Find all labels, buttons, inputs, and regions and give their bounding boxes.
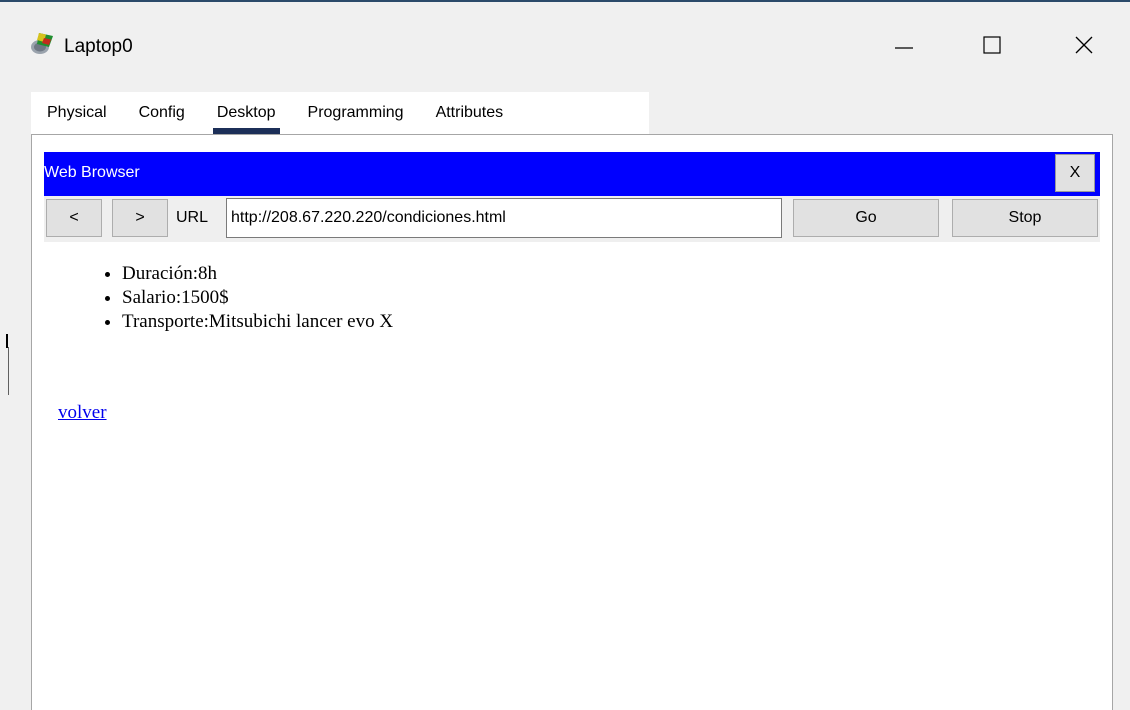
maximize-button[interactable] [972,26,1012,66]
packet-tracer-laptop-icon [28,30,56,58]
background-edge-line [8,347,9,395]
web-browser-app: Web Browser X < > URL Go Stop Duración:8… [44,152,1100,710]
go-button[interactable]: Go [793,199,939,237]
stop-button[interactable]: Stop [952,199,1098,237]
url-label: URL [176,209,209,226]
device-tabs: Physical Config Desktop Programming Attr… [31,92,649,134]
list-item: Transporte:Mitsubichi lancer evo X [122,310,393,334]
minimize-button[interactable] [884,26,924,66]
volver-link[interactable]: volver [58,402,107,424]
forward-button[interactable]: > [112,199,168,237]
tab-physical[interactable]: Physical [31,92,123,134]
maximize-icon [982,34,1002,59]
background-edge-mark [6,334,8,348]
laptop-window: Laptop0 Physical Config Desktop Programm… [0,0,1130,710]
minimize-icon [894,34,914,59]
list-item: Salario:1500$ [122,286,393,310]
browser-title-bar: Web Browser X [44,152,1100,196]
tab-config[interactable]: Config [123,92,201,134]
tab-desktop[interactable]: Desktop [201,92,292,134]
title-bar: Laptop0 [0,2,1130,74]
page-content: Duración:8h Salario:1500$ Transporte:Mit… [44,242,1100,710]
url-input[interactable] [226,198,782,238]
browser-toolbar: < > URL Go Stop [44,196,1100,242]
tab-programming[interactable]: Programming [292,92,420,134]
browser-title: Web Browser [44,164,140,181]
conditions-list: Duración:8h Salario:1500$ Transporte:Mit… [102,262,393,334]
list-item: Duración:8h [122,262,393,286]
close-icon [1074,34,1094,59]
window-title: Laptop0 [64,36,133,57]
back-button[interactable]: < [46,199,102,237]
tab-attributes[interactable]: Attributes [420,92,520,134]
close-window-button[interactable] [1064,26,1104,66]
browser-close-button[interactable]: X [1055,154,1095,192]
